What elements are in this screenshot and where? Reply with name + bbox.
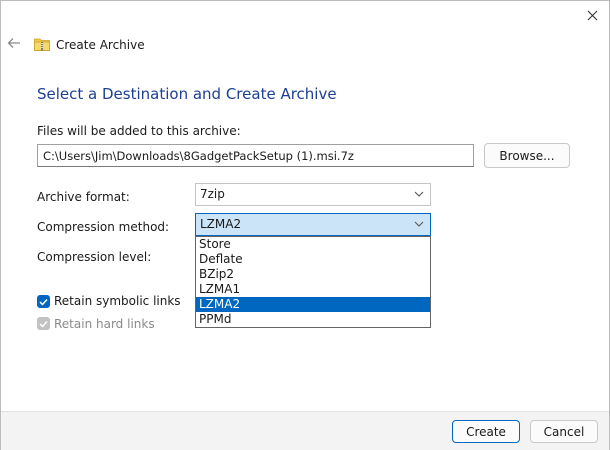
- create-archive-window: Create Archive Select a Destination and …: [0, 0, 610, 450]
- window-title: Create Archive: [56, 38, 145, 52]
- compression-method-value: LZMA2: [200, 217, 242, 231]
- dropdown-option-ppmd[interactable]: PPMd: [196, 312, 430, 327]
- archive-format-select[interactable]: 7zip: [195, 183, 431, 206]
- page-heading: Select a Destination and Create Archive: [37, 85, 337, 103]
- compression-method-dropdown: Store Deflate BZip2 LZMA1 LZMA2 PPMd: [195, 236, 431, 328]
- close-icon: [587, 10, 597, 20]
- hard-links-checkbox: [37, 317, 50, 330]
- dropdown-option-bzip2[interactable]: BZip2: [196, 267, 430, 282]
- dropdown-option-lzma2[interactable]: LZMA2: [196, 297, 430, 312]
- cancel-button[interactable]: Cancel: [530, 420, 598, 443]
- back-arrow-icon: [7, 38, 20, 48]
- zip-folder-icon: [34, 37, 50, 54]
- compression-level-label: Compression level:: [37, 250, 152, 264]
- dropdown-option-store[interactable]: Store: [196, 237, 430, 252]
- chevron-down-icon: [414, 191, 424, 197]
- dropdown-option-deflate[interactable]: Deflate: [196, 252, 430, 267]
- compression-method-select[interactable]: LZMA2: [195, 213, 431, 236]
- dropdown-option-lzma1[interactable]: LZMA1: [196, 282, 430, 297]
- symbolic-links-label: Retain symbolic links: [54, 294, 181, 308]
- hard-links-label: Retain hard links: [54, 317, 155, 331]
- destination-label: Files will be added to this archive:: [37, 124, 241, 138]
- archive-format-label: Archive format:: [37, 190, 130, 204]
- create-button[interactable]: Create: [452, 420, 520, 443]
- archive-path-input[interactable]: [37, 144, 474, 167]
- back-button[interactable]: [5, 34, 23, 52]
- checkmark-icon: [39, 320, 48, 328]
- close-button[interactable]: [577, 3, 607, 27]
- compression-method-label: Compression method:: [37, 220, 170, 234]
- symbolic-links-checkbox[interactable]: [37, 295, 50, 308]
- checkmark-icon: [39, 298, 48, 306]
- archive-format-value: 7zip: [200, 187, 225, 201]
- chevron-down-icon: [414, 221, 424, 227]
- browse-button[interactable]: Browse...: [484, 143, 570, 168]
